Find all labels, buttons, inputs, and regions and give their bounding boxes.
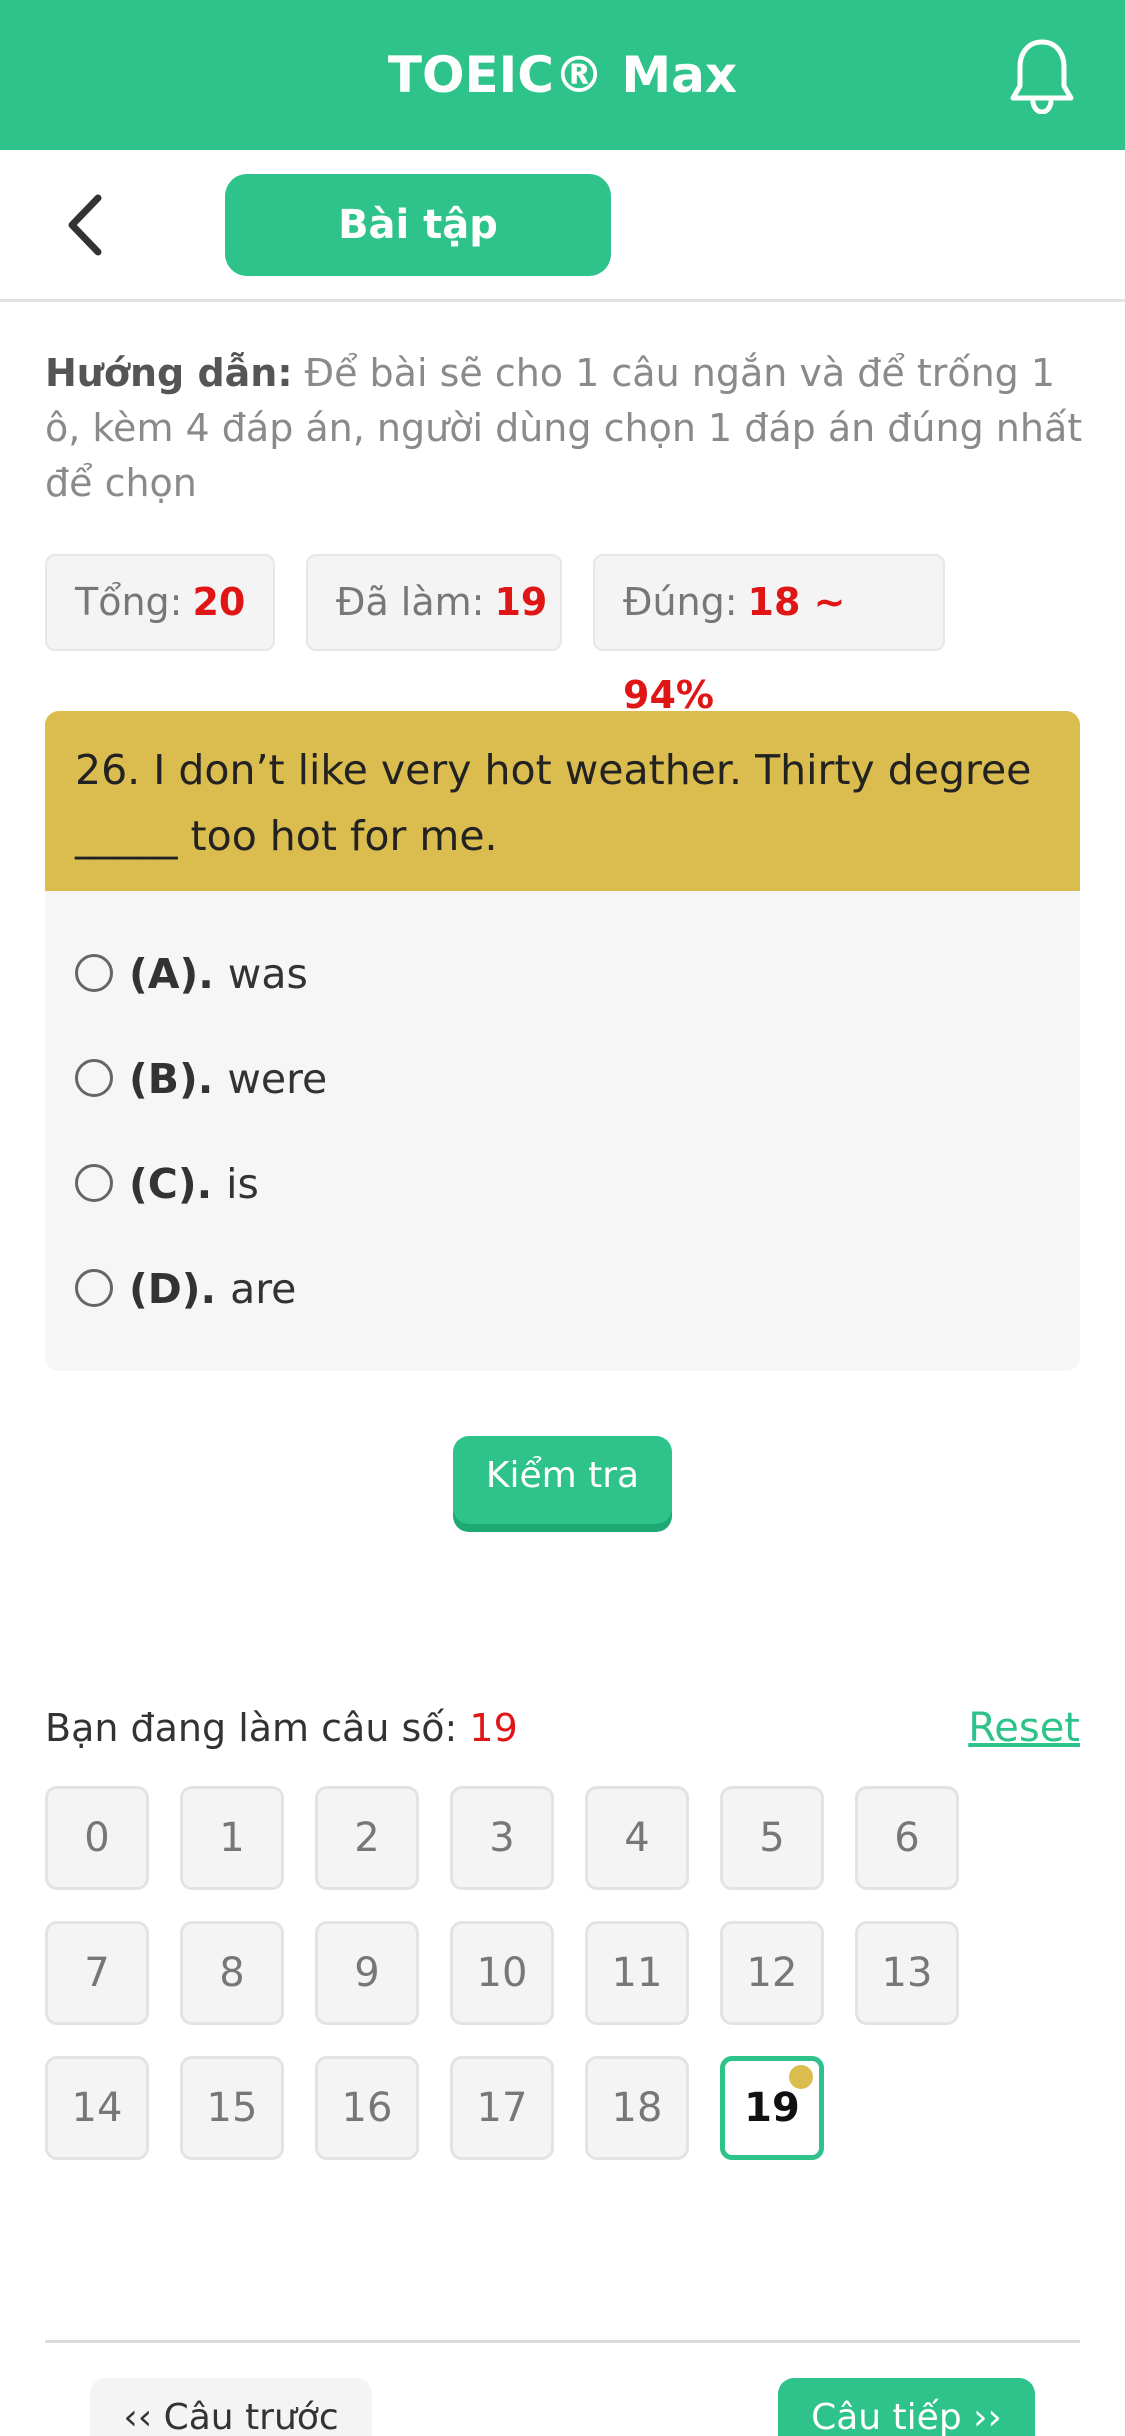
question-card: 26. I don’t like very hot weather. Thirt… [45,711,1080,1371]
question-cell[interactable]: 13 [855,1921,959,2025]
question-cell[interactable]: 11 [585,1921,689,2025]
question-cell[interactable]: 9 [315,1921,419,2025]
question-cell-current[interactable]: 19 [720,2056,824,2160]
stat-done: Đã làm: 19 [306,554,562,651]
question-cell[interactable]: 14 [45,2056,149,2160]
question-cell[interactable]: 1 [180,1786,284,1890]
question-cell[interactable]: 16 [315,2056,419,2160]
question-cell[interactable]: 4 [585,1786,689,1890]
option-c[interactable]: (C). is [75,1154,259,1214]
radio-icon[interactable] [75,1164,113,1202]
option-d[interactable]: (D). are [75,1259,296,1319]
tab-exercise[interactable]: Bài tập [225,174,611,276]
chevron-left-icon[interactable] [60,190,110,260]
prev-question-button[interactable]: ‹‹ Câu trước [90,2378,372,2436]
bell-icon[interactable] [1008,38,1076,114]
option-a[interactable]: (A). was [75,944,308,1004]
current-dot-icon [789,2065,813,2089]
question-cell[interactable]: 17 [450,2056,554,2160]
question-cell[interactable]: 5 [720,1786,824,1890]
question-cell[interactable]: 0 [45,1786,149,1890]
question-cell[interactable]: 2 [315,1786,419,1890]
question-cell[interactable]: 8 [180,1921,284,2025]
question-text: 26. I don’t like very hot weather. Thirt… [45,711,1080,891]
radio-icon[interactable] [75,1059,113,1097]
radio-icon[interactable] [75,1269,113,1307]
question-cell[interactable]: 6 [855,1786,959,1890]
instructions: Hướng dẫn: Để bài sẽ cho 1 câu ngắn và đ… [45,346,1085,511]
next-question-button[interactable]: Câu tiếp ›› [778,2378,1035,2436]
instructions-label: Hướng dẫn: [45,351,293,395]
divider [45,2340,1080,2343]
reset-link[interactable]: Reset [950,1700,1080,1756]
question-cell[interactable]: 7 [45,1921,149,2025]
question-cell[interactable]: 15 [180,2056,284,2160]
stat-total: Tổng: 20 [45,554,275,651]
stat-correct: Đúng: 18 ~ 94% [593,554,945,717]
radio-icon[interactable] [75,954,113,992]
question-cell[interactable]: 12 [720,1921,824,2025]
check-button[interactable]: Kiểm tra [453,1436,672,1524]
app-title: TOEIC® Max [387,46,738,104]
option-b[interactable]: (B). were [75,1049,327,1109]
progress-text: Bạn đang làm câu số: 19 [45,1706,518,1750]
question-cell[interactable]: 3 [450,1786,554,1890]
question-cell[interactable]: 10 [450,1921,554,2025]
question-cell[interactable]: 18 [585,2056,689,2160]
